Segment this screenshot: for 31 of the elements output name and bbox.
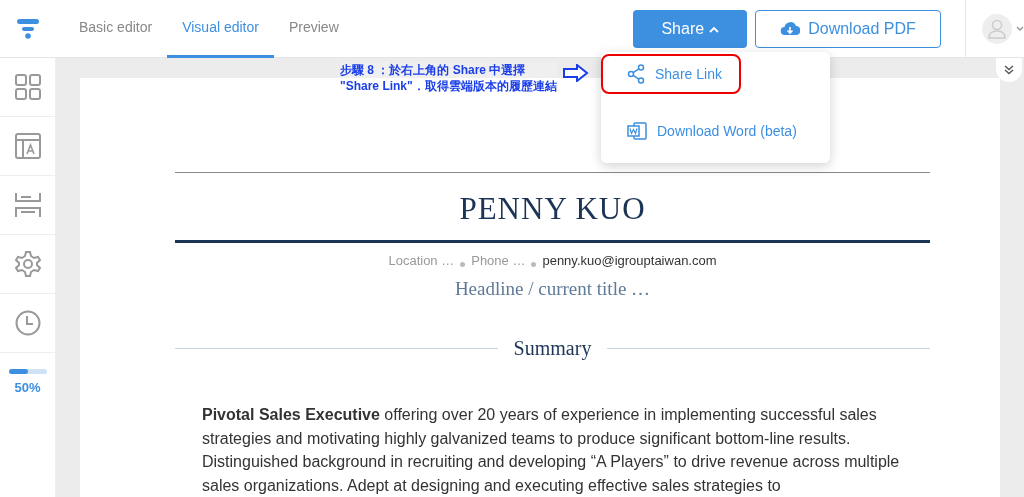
avatar-icon[interactable]	[982, 13, 1012, 44]
document-icon	[627, 122, 647, 140]
grid-icon[interactable]	[14, 74, 41, 100]
clock-icon[interactable]	[14, 310, 41, 336]
progress-percent: 50%	[14, 379, 41, 397]
collapse-button[interactable]	[996, 58, 1022, 82]
summary-paragraph: Pivotal Sales Executive offering over 20 years of experience in implementing successful sales strategies and motivating highly galvanized teams to produce significant bottom-line results. Distinguished background in recruiting and developing “A Players” to drive revenue across multiple sales organizations. Adept at designing and executing effective sales strategies to	[201, 405, 901, 496]
resume-name: PENNY KUO	[458, 190, 647, 228]
separator-dot	[460, 262, 466, 267]
template-icon[interactable]	[14, 133, 41, 159]
separator-dot	[531, 262, 537, 267]
headline-field[interactable]: Headline / current title …	[175, 274, 930, 303]
settings-icon[interactable]	[14, 251, 41, 277]
share-icon	[627, 64, 645, 84]
menu-item[interactable]: Share Link	[601, 54, 741, 94]
chevron-up-icon	[708, 25, 719, 33]
section-title: Summary	[512, 336, 593, 362]
editor-tab[interactable]: Preview	[273, 0, 354, 58]
contact-field[interactable]: Location …	[388, 253, 455, 268]
menu-item[interactable]: Download Word (beta)	[601, 111, 811, 151]
contact-field[interactable]: Phone …	[471, 253, 526, 268]
annotation-text: "Share Link"．取得雲端版本的履歷連結	[340, 78, 557, 94]
double-chevron-icon	[1004, 65, 1014, 75]
share-button[interactable]: Share	[633, 9, 747, 48]
caret-icon[interactable]	[1016, 25, 1024, 32]
contact-field[interactable]: penny.kuo@igrouptaiwan.com	[542, 253, 717, 268]
logo-icon[interactable]	[17, 16, 39, 41]
download-pdf-button[interactable]: Download PDF	[755, 9, 941, 48]
sections-icon[interactable]	[14, 192, 41, 218]
editor-tab[interactable]: Basic editor	[64, 0, 168, 58]
cloud-download-icon	[780, 20, 801, 37]
